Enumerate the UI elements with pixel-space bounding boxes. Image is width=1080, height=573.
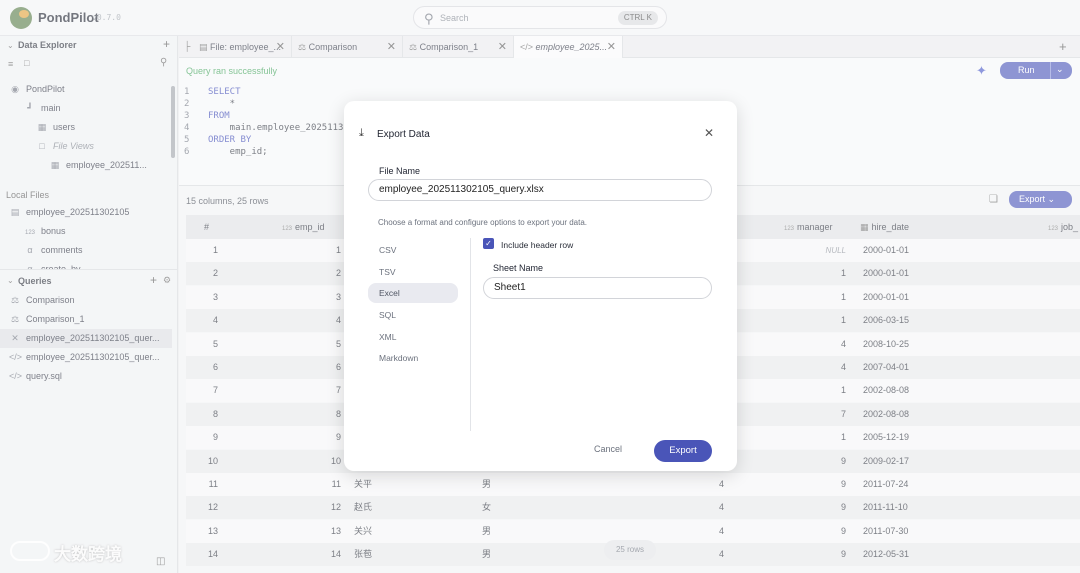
sheet-name-input[interactable]: Sheet1	[483, 277, 712, 299]
file-name-input[interactable]: employee_202511302105_query.xlsx	[368, 179, 712, 201]
cancel-button[interactable]: Cancel	[594, 444, 622, 454]
divider	[470, 238, 471, 431]
format-option-markdown[interactable]: Markdown	[368, 348, 458, 368]
export-button[interactable]: Export	[654, 440, 712, 462]
export-help-text: Choose a format and configure options to…	[378, 218, 588, 227]
include-header-label: Include header row	[501, 240, 574, 250]
download-icon: ⤓	[359, 127, 364, 139]
checkmark-icon: ✓	[485, 239, 492, 248]
include-header-checkbox[interactable]: ✓	[483, 238, 494, 249]
export-data-dialog: ⤓ Export Data ✕ File Name employee_20251…	[344, 101, 737, 471]
format-option-tsv[interactable]: TSV	[368, 262, 458, 282]
file-name-label: File Name	[379, 166, 421, 176]
format-option-excel[interactable]: Excel	[368, 283, 458, 303]
format-option-xml[interactable]: XML	[368, 327, 458, 347]
close-icon[interactable]: ✕	[704, 126, 714, 140]
sheet-name-label: Sheet Name	[493, 263, 544, 273]
format-option-csv[interactable]: CSV	[368, 240, 458, 260]
format-option-sql[interactable]: SQL	[368, 305, 458, 325]
dialog-title: Export Data	[377, 129, 430, 140]
